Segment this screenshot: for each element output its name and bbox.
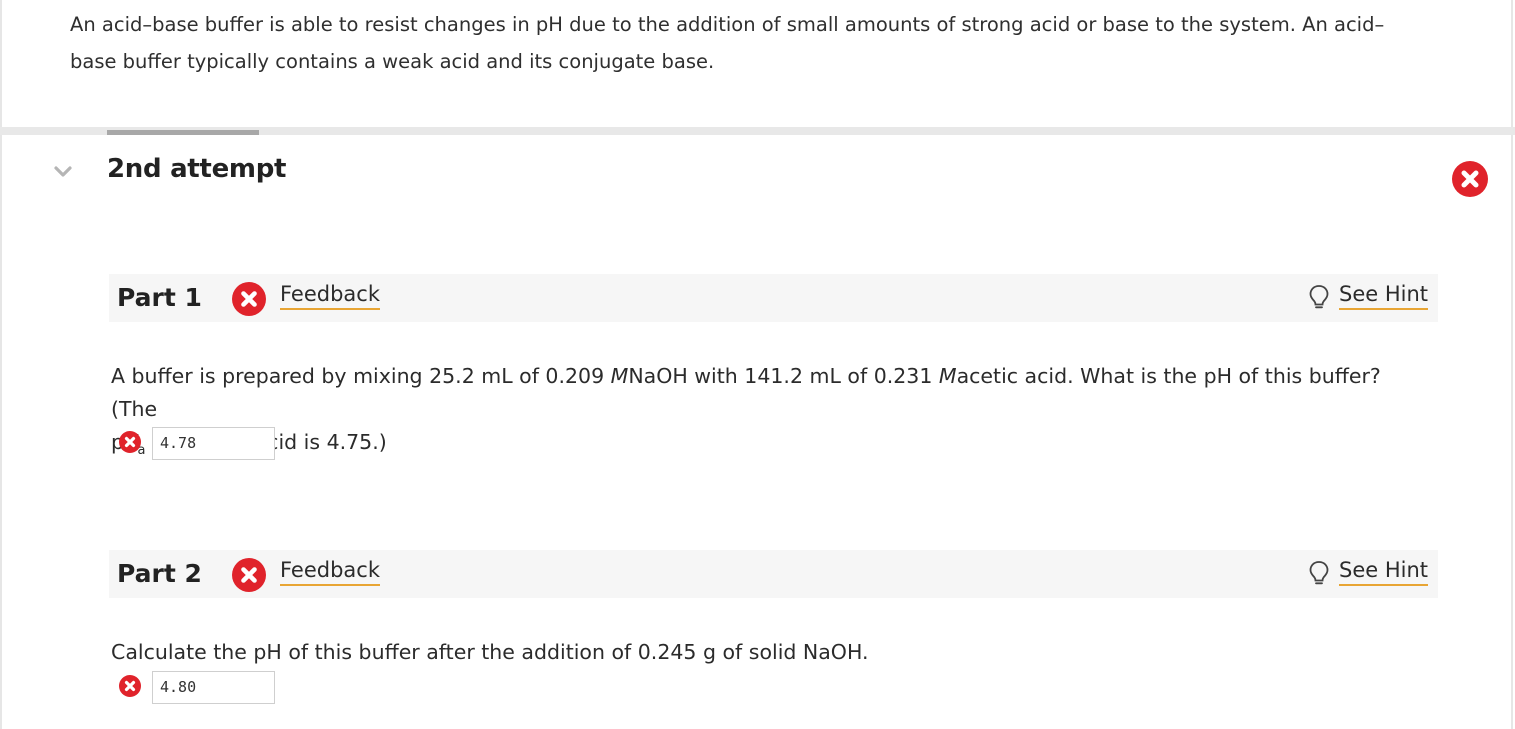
molarity-unit: M [610, 364, 629, 388]
lightbulb-icon [1309, 285, 1329, 309]
intro-text: An acid–base buffer is able to resist ch… [70, 13, 1385, 73]
intro-panel: An acid–base buffer is able to resist ch… [0, 0, 1513, 127]
question-text: NaOH with 141.2 mL of 0.231 [628, 364, 939, 388]
incorrect-icon [1452, 161, 1488, 197]
see-hint-link[interactable]: See Hint [1309, 282, 1428, 310]
part-1-header: Part 1 Feedback See Hint [109, 274, 1438, 322]
chevron-down-icon[interactable] [52, 160, 74, 182]
attempt-title: 2nd attempt [107, 154, 287, 184]
incorrect-icon [119, 675, 141, 697]
see-hint-label[interactable]: See Hint [1338, 282, 1428, 310]
lightbulb-icon [1309, 561, 1329, 585]
feedback-link[interactable]: Feedback [280, 558, 381, 586]
part-title: Part 2 [117, 559, 202, 588]
molarity-unit: M [938, 364, 957, 388]
part-2-answer-input[interactable]: 4.80 [152, 671, 275, 704]
part-1-answer-input[interactable]: 4.78 [152, 427, 275, 460]
incorrect-icon [232, 282, 266, 316]
part-title: Part 1 [117, 283, 202, 312]
see-hint-label[interactable]: See Hint [1338, 558, 1428, 586]
see-hint-link[interactable]: See Hint [1309, 558, 1428, 586]
part-1-question: A buffer is prepared by mixing 25.2 mL o… [111, 360, 1411, 467]
incorrect-icon [119, 431, 141, 453]
question-text: A buffer is prepared by mixing 25.2 mL o… [111, 364, 611, 388]
incorrect-icon [232, 558, 266, 592]
feedback-link[interactable]: Feedback [280, 282, 381, 310]
part-2-header: Part 2 Feedback See Hint [109, 550, 1438, 598]
part-2-question: Calculate the pH of this buffer after th… [111, 640, 869, 664]
